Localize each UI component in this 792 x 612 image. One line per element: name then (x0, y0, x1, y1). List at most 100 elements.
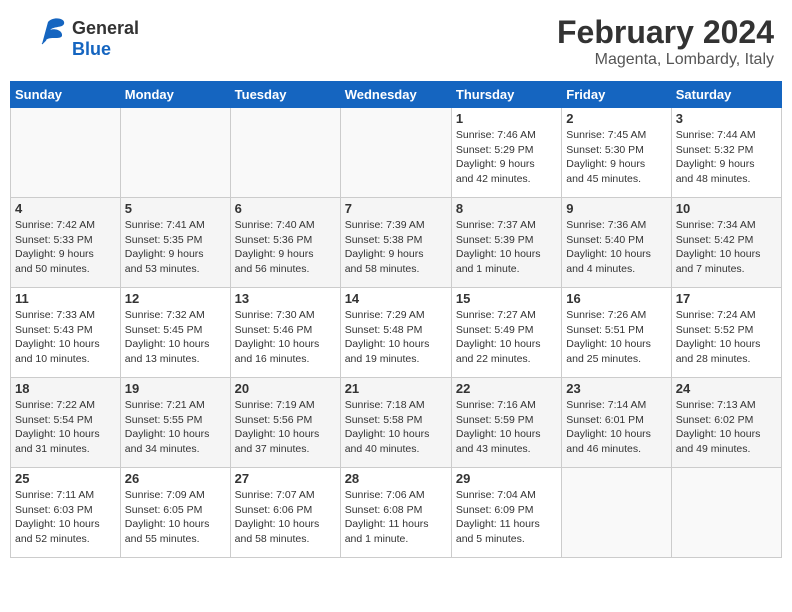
calendar-cell (120, 108, 230, 198)
calendar-cell: 28 Sunrise: 7:06 AM Sunset: 6:08 PM Dayli… (340, 468, 451, 558)
calendar-cell (340, 108, 451, 198)
calendar-cell: 9 Sunrise: 7:36 AM Sunset: 5:40 PM Daylig… (562, 198, 671, 288)
day-info: Sunrise: 7:22 AM Sunset: 5:54 PM Dayligh… (15, 398, 116, 457)
day-info: Sunrise: 7:27 AM Sunset: 5:49 PM Dayligh… (456, 308, 557, 367)
calendar: SundayMondayTuesdayWednesdayThursdayFrid… (10, 81, 782, 558)
day-info: Sunrise: 7:36 AM Sunset: 5:40 PM Dayligh… (566, 218, 666, 277)
calendar-cell (11, 108, 121, 198)
day-info: Sunrise: 7:34 AM Sunset: 5:42 PM Dayligh… (676, 218, 777, 277)
day-info: Sunrise: 7:29 AM Sunset: 5:48 PM Dayligh… (345, 308, 447, 367)
calendar-cell (562, 468, 671, 558)
day-number: 26 (125, 471, 226, 486)
col-header-saturday: Saturday (671, 82, 781, 108)
logo-general: General (72, 18, 139, 38)
day-info: Sunrise: 7:40 AM Sunset: 5:36 PM Dayligh… (235, 218, 336, 277)
header: General Blue February 2024 Magenta, Lomb… (10, 10, 782, 73)
week-row-3: 18Sunrise: 7:22 AM Sunset: 5:54 PM Dayli… (11, 378, 782, 468)
day-number: 9 (566, 201, 666, 216)
day-number: 23 (566, 381, 666, 396)
calendar-cell: 19Sunrise: 7:21 AM Sunset: 5:55 PM Dayli… (120, 378, 230, 468)
day-number: 13 (235, 291, 336, 306)
day-number: 11 (15, 291, 116, 306)
day-info: Sunrise: 7:24 AM Sunset: 5:52 PM Dayligh… (676, 308, 777, 367)
day-info: Sunrise: 7:39 AM Sunset: 5:38 PM Dayligh… (345, 218, 447, 277)
calendar-cell: 22Sunrise: 7:16 AM Sunset: 5:59 PM Dayli… (451, 378, 561, 468)
col-header-sunday: Sunday (11, 82, 121, 108)
day-number: 10 (676, 201, 777, 216)
title-area: February 2024 Magenta, Lombardy, Italy (557, 14, 774, 69)
calendar-cell: 15 Sunrise: 7:27 AM Sunset: 5:49 PM Dayli… (451, 288, 561, 378)
calendar-cell: 1Sunrise: 7:46 AM Sunset: 5:29 PM Daylig… (451, 108, 561, 198)
calendar-cell: 14 Sunrise: 7:29 AM Sunset: 5:48 PM Dayli… (340, 288, 451, 378)
col-header-monday: Monday (120, 82, 230, 108)
calendar-cell: 16 Sunrise: 7:26 AM Sunset: 5:51 PM Dayli… (562, 288, 671, 378)
calendar-cell: 2Sunrise: 7:45 AM Sunset: 5:30 PM Daylig… (562, 108, 671, 198)
day-info: Sunrise: 7:14 AM Sunset: 6:01 PM Dayligh… (566, 398, 666, 457)
day-info: Sunrise: 7:09 AM Sunset: 6:05 PM Dayligh… (125, 488, 226, 547)
day-number: 15 (456, 291, 557, 306)
day-number: 24 (676, 381, 777, 396)
day-info: Sunrise: 7:41 AM Sunset: 5:35 PM Dayligh… (125, 218, 226, 277)
calendar-cell: 6 Sunrise: 7:40 AM Sunset: 5:36 PM Daylig… (230, 198, 340, 288)
calendar-cell: 27Sunrise: 7:07 AM Sunset: 6:06 PM Dayli… (230, 468, 340, 558)
day-info: Sunrise: 7:37 AM Sunset: 5:39 PM Dayligh… (456, 218, 557, 277)
day-number: 28 (345, 471, 447, 486)
day-number: 8 (456, 201, 557, 216)
day-number: 27 (235, 471, 336, 486)
day-number: 12 (125, 291, 226, 306)
day-info: Sunrise: 7:33 AM Sunset: 5:43 PM Dayligh… (15, 308, 116, 367)
week-row-1: 4Sunrise: 7:42 AM Sunset: 5:33 PM Daylig… (11, 198, 782, 288)
calendar-cell: 10 Sunrise: 7:34 AM Sunset: 5:42 PM Dayli… (671, 198, 781, 288)
day-info: Sunrise: 7:44 AM Sunset: 5:32 PM Dayligh… (676, 128, 777, 187)
day-info: Sunrise: 7:13 AM Sunset: 6:02 PM Dayligh… (676, 398, 777, 457)
col-header-tuesday: Tuesday (230, 82, 340, 108)
day-info: Sunrise: 7:06 AM Sunset: 6:08 PM Dayligh… (345, 488, 447, 547)
day-number: 17 (676, 291, 777, 306)
day-number: 21 (345, 381, 447, 396)
col-header-wednesday: Wednesday (340, 82, 451, 108)
day-number: 3 (676, 111, 777, 126)
calendar-cell (230, 108, 340, 198)
calendar-cell: 4Sunrise: 7:42 AM Sunset: 5:33 PM Daylig… (11, 198, 121, 288)
col-header-friday: Friday (562, 82, 671, 108)
day-number: 14 (345, 291, 447, 306)
day-info: Sunrise: 7:21 AM Sunset: 5:55 PM Dayligh… (125, 398, 226, 457)
day-number: 29 (456, 471, 557, 486)
logo-text: General Blue (72, 18, 139, 60)
week-row-2: 11 Sunrise: 7:33 AM Sunset: 5:43 PM Dayli… (11, 288, 782, 378)
calendar-cell: 11 Sunrise: 7:33 AM Sunset: 5:43 PM Dayli… (11, 288, 121, 378)
day-number: 4 (15, 201, 116, 216)
calendar-cell: 17 Sunrise: 7:24 AM Sunset: 5:52 PM Dayli… (671, 288, 781, 378)
day-info: Sunrise: 7:18 AM Sunset: 5:58 PM Dayligh… (345, 398, 447, 457)
day-info: Sunrise: 7:26 AM Sunset: 5:51 PM Dayligh… (566, 308, 666, 367)
day-info: Sunrise: 7:04 AM Sunset: 6:09 PM Dayligh… (456, 488, 557, 547)
col-header-thursday: Thursday (451, 82, 561, 108)
calendar-cell: 26 Sunrise: 7:09 AM Sunset: 6:05 PM Dayli… (120, 468, 230, 558)
week-row-0: 1Sunrise: 7:46 AM Sunset: 5:29 PM Daylig… (11, 108, 782, 198)
day-info: Sunrise: 7:32 AM Sunset: 5:45 PM Dayligh… (125, 308, 226, 367)
calendar-cell: 20 Sunrise: 7:19 AM Sunset: 5:56 PM Dayli… (230, 378, 340, 468)
calendar-cell: 3 Sunrise: 7:44 AM Sunset: 5:32 PM Daylig… (671, 108, 781, 198)
day-number: 7 (345, 201, 447, 216)
day-info: Sunrise: 7:11 AM Sunset: 6:03 PM Dayligh… (15, 488, 116, 547)
calendar-cell: 21 Sunrise: 7:18 AM Sunset: 5:58 PM Dayli… (340, 378, 451, 468)
day-info: Sunrise: 7:30 AM Sunset: 5:46 PM Dayligh… (235, 308, 336, 367)
calendar-cell (671, 468, 781, 558)
calendar-cell: 29 Sunrise: 7:04 AM Sunset: 6:09 PM Dayli… (451, 468, 561, 558)
day-number: 5 (125, 201, 226, 216)
logo-blue: Blue (72, 39, 111, 59)
day-number: 20 (235, 381, 336, 396)
calendar-header-row: SundayMondayTuesdayWednesdayThursdayFrid… (11, 82, 782, 108)
calendar-cell: 24 Sunrise: 7:13 AM Sunset: 6:02 PM Dayli… (671, 378, 781, 468)
day-number: 16 (566, 291, 666, 306)
logo: General Blue (18, 14, 139, 64)
calendar-cell: 25Sunrise: 7:11 AM Sunset: 6:03 PM Dayli… (11, 468, 121, 558)
day-number: 6 (235, 201, 336, 216)
calendar-cell: 23 Sunrise: 7:14 AM Sunset: 6:01 PM Dayli… (562, 378, 671, 468)
week-row-4: 25Sunrise: 7:11 AM Sunset: 6:03 PM Dayli… (11, 468, 782, 558)
logo-icon (18, 14, 68, 59)
calendar-cell: 12 Sunrise: 7:32 AM Sunset: 5:45 PM Dayli… (120, 288, 230, 378)
calendar-cell: 8 Sunrise: 7:37 AM Sunset: 5:39 PM Daylig… (451, 198, 561, 288)
day-info: Sunrise: 7:19 AM Sunset: 5:56 PM Dayligh… (235, 398, 336, 457)
calendar-cell: 7 Sunrise: 7:39 AM Sunset: 5:38 PM Daylig… (340, 198, 451, 288)
